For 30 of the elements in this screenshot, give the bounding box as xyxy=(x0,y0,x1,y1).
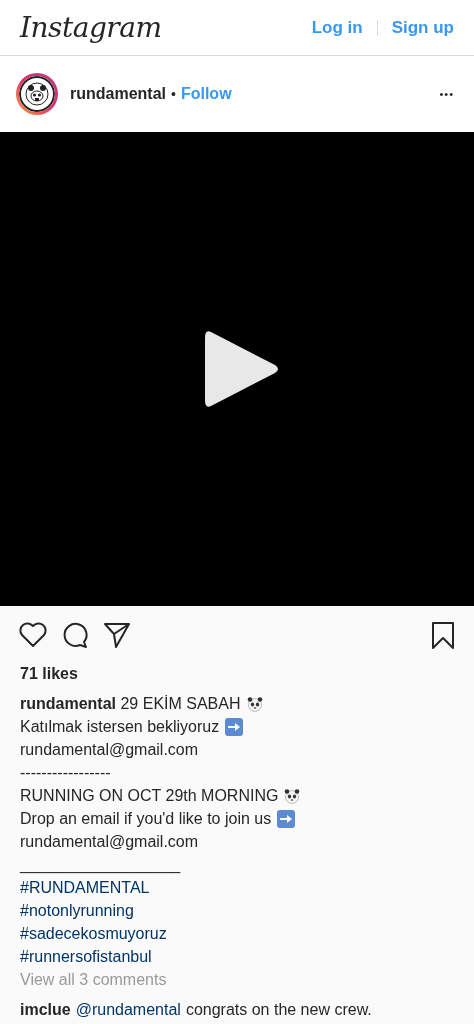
panda-logo-icon xyxy=(19,76,55,112)
avatar[interactable] xyxy=(16,73,58,115)
likes-count[interactable]: 71 likes xyxy=(0,664,474,684)
mention-link[interactable]: @rundamental xyxy=(75,1001,181,1018)
right-arrow-emoji-icon xyxy=(277,809,296,828)
caption-text: rundamental@gmail.com xyxy=(20,832,199,851)
caption-text: rundamental 29 EKİM SABAH xyxy=(20,694,241,713)
panda-emoji-icon xyxy=(284,787,301,804)
caption-text: RUNNING ON OCT 29th MORNING xyxy=(20,786,279,805)
paper-plane-icon xyxy=(102,620,132,650)
heart-icon xyxy=(18,620,48,650)
heart-button[interactable] xyxy=(18,620,48,650)
separator-dot: • xyxy=(171,86,176,102)
caption-text: __________________ xyxy=(20,855,181,874)
username[interactable]: rundamental xyxy=(70,85,166,103)
hashtag-link[interactable]: #runnersofistanbul xyxy=(20,947,152,966)
caption-text: Drop an email if you'd like to join us xyxy=(20,809,272,828)
comment-text: congrats on the new crew. xyxy=(185,1001,372,1018)
paper-plane-button[interactable] xyxy=(102,620,132,650)
caption-text: Katılmak istersen bekliyoruz xyxy=(20,717,220,736)
comment-username[interactable]: imclue xyxy=(20,1001,71,1018)
hashtag-link[interactable]: #sadecekosmuyoruz xyxy=(20,924,167,943)
more-button[interactable]: ••• xyxy=(439,88,454,100)
panda-emoji-icon xyxy=(246,695,263,712)
caption-text: ----------------- xyxy=(20,763,111,782)
hashtag-link[interactable]: #RUNDAMENTAL xyxy=(20,878,150,897)
hashtag-link[interactable]: #notonlyrunning xyxy=(20,901,134,920)
instagram-logo[interactable]: Instagram xyxy=(20,11,162,44)
right-arrow-emoji-icon xyxy=(225,717,244,736)
caption-text: rundamental@gmail.com xyxy=(20,740,199,759)
